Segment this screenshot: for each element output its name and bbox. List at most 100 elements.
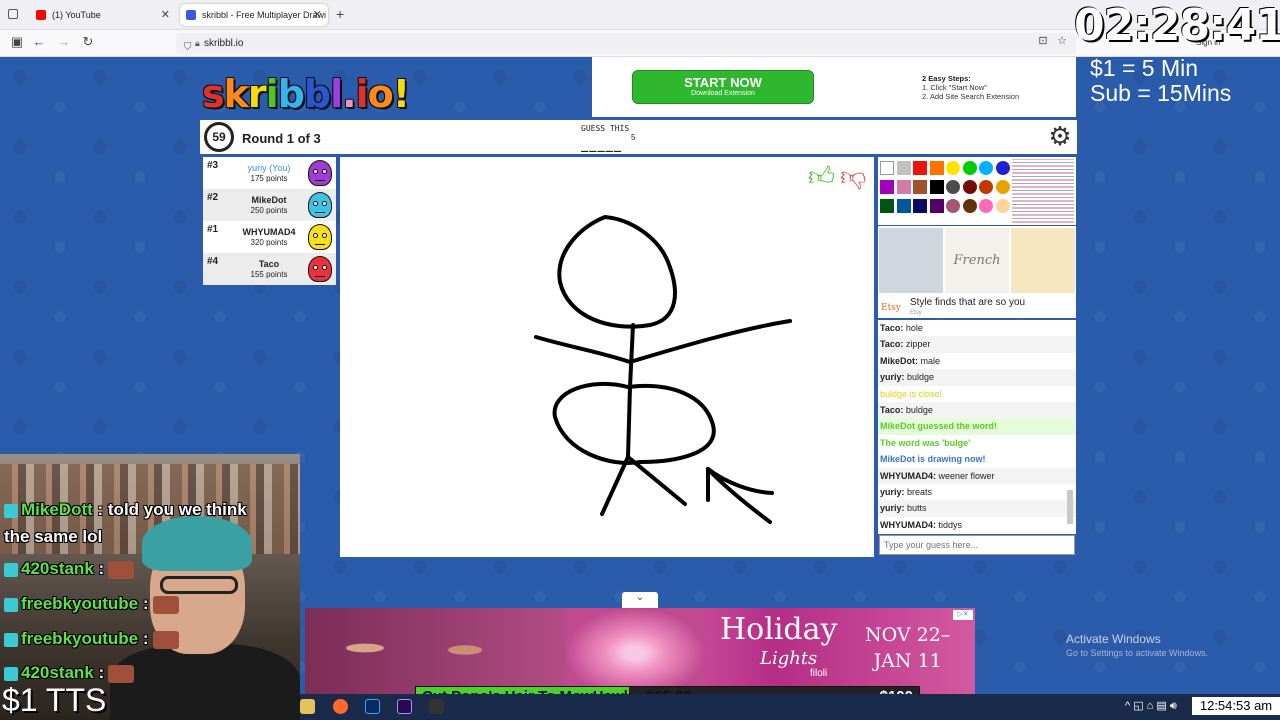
guess-input[interactable] [879, 535, 1075, 555]
close-tab-icon[interactable]: ✕ [313, 4, 322, 26]
logo-letter: b [303, 72, 331, 116]
tab-list-icon[interactable] [8, 9, 18, 19]
avatar-mouth [315, 274, 325, 277]
app-icon[interactable] [429, 699, 444, 714]
chat-username: yuriy [880, 486, 902, 497]
collapse-ad-icon[interactable]: ⌄ [622, 592, 658, 608]
color-swatch[interactable] [880, 161, 894, 175]
skribbl-favicon-icon [186, 10, 196, 20]
photoshop-icon[interactable] [365, 699, 380, 714]
color-swatch[interactable] [995, 180, 1010, 194]
color-swatch[interactable] [913, 161, 927, 175]
ad-product-image[interactable] [879, 228, 943, 293]
color-swatch[interactable] [929, 180, 944, 194]
color-swatch[interactable] [929, 199, 944, 213]
chat-username: WHYUMAD4 [880, 519, 933, 530]
bottom-advertisement[interactable]: Holiday Lights filoli NOV 22– JAN 11 [305, 608, 975, 694]
brush-size-pattern[interactable] [1012, 159, 1074, 223]
tray-icons[interactable]: ^ ◱ ⌂ ▤ 🔊︎ [1125, 699, 1177, 713]
close-tab-icon[interactable]: ✕ [161, 4, 170, 26]
player-row[interactable]: #3 yuriy (You) 175 points [203, 157, 336, 189]
url-bar[interactable]: ⛉ 🔒︎ skribbl.io [176, 33, 1076, 54]
stream-chat-line: the same lol [4, 527, 102, 547]
chat-message: yuriy: buldge [878, 369, 1076, 386]
settings-gear-icon[interactable]: ⚙ [1046, 123, 1074, 151]
color-swatch[interactable] [979, 180, 993, 194]
file-explorer-icon[interactable] [300, 699, 315, 714]
logo-letter: r [247, 72, 267, 116]
player-row[interactable]: #1 WHYUMAD4 320 points [203, 221, 336, 253]
back-icon[interactable]: ← [30, 34, 48, 49]
premiere-icon[interactable] [397, 699, 412, 714]
logo-letter: i [265, 72, 279, 116]
chat-text: butts [907, 503, 927, 514]
chat-message: Taco: zipper [878, 336, 1076, 353]
youtube-favicon-icon [36, 10, 46, 20]
color-swatch[interactable] [929, 161, 944, 175]
lock-icon[interactable]: 🔒︎ [195, 33, 200, 54]
color-swatch[interactable] [995, 199, 1010, 213]
color-swatch[interactable] [896, 161, 911, 175]
start-now-button[interactable]: START NOW Download Extension [632, 70, 814, 104]
new-tab-icon[interactable]: + [336, 6, 344, 22]
color-swatch[interactable] [946, 180, 960, 194]
reload-icon[interactable]: ↻ [79, 34, 97, 50]
chat-username: WHYUMAD4 [880, 470, 933, 481]
streamer-glasses [160, 576, 238, 594]
color-swatch[interactable] [896, 199, 911, 213]
ad-source: Etsy [910, 310, 922, 316]
color-swatch[interactable] [995, 161, 1010, 175]
player-avatar [308, 160, 332, 186]
color-swatch[interactable] [896, 180, 911, 194]
tab-skribbl[interactable]: skribbl - Free Multiplayer Drawi ✕ [180, 4, 328, 26]
chat-username: yuriy [880, 372, 902, 383]
color-swatch[interactable] [913, 180, 927, 194]
chat-scrollbar[interactable] [1066, 322, 1074, 532]
color-swatch[interactable] [946, 199, 960, 213]
ad-choices-icon[interactable]: ▷✕ [953, 610, 973, 620]
sidebar-icon[interactable]: ▣ [8, 34, 26, 50]
firefox-icon[interactable] [333, 699, 348, 714]
color-swatch[interactable] [962, 180, 977, 194]
player-row[interactable]: #4 Taco 155 points [203, 253, 336, 285]
thumbs-down-icon[interactable]: 👎︎ [840, 161, 866, 192]
ad-date-start: NOV 22– [865, 624, 951, 646]
side-advertisement[interactable]: French Etsy Style finds that are so you … [878, 226, 1076, 318]
scrollbar-thumb[interactable] [1067, 490, 1073, 524]
ad-tagline: Style finds that are so you [910, 297, 1026, 308]
color-swatch[interactable] [946, 161, 960, 175]
ad-product-image[interactable]: French [945, 228, 1009, 293]
drawing-strokes [534, 215, 792, 524]
chat-badge-icon [4, 562, 18, 577]
ad-step-2: 2. Add Site Search Extension [922, 92, 1020, 101]
chat-message: yuriy: butts [878, 500, 1076, 517]
start-now-sub: Download Extension [691, 90, 755, 97]
drawing-canvas[interactable] [340, 157, 874, 557]
color-swatch[interactable] [880, 180, 894, 194]
bookmark-star-icon[interactable]: ☆ [1053, 34, 1071, 47]
forward-icon[interactable]: → [55, 34, 73, 49]
color-swatch[interactable] [962, 199, 977, 213]
top-advertisement[interactable]: START NOW Download Extension 2 Easy Step… [592, 57, 1076, 117]
stream-chat-text: : [142, 594, 149, 613]
avatar-eye [313, 233, 318, 238]
tab-youtube[interactable]: (1) YouTube ✕ [30, 4, 176, 26]
streamer-body [110, 644, 300, 720]
avatar-mouth [315, 178, 325, 181]
color-swatch[interactable] [979, 161, 993, 175]
ad-step-1: 1. Click "Start Now" [922, 83, 987, 92]
avatar-mouth [315, 242, 325, 245]
stream-chat-user: freebkyoutube [21, 629, 139, 648]
avatar-eye [313, 201, 318, 206]
color-swatch[interactable] [913, 199, 927, 213]
color-swatch[interactable] [979, 199, 993, 213]
color-swatch[interactable] [880, 199, 894, 213]
player-rank: #4 [207, 256, 219, 267]
ad-product-image[interactable] [1011, 228, 1075, 293]
logo-letter: . [342, 72, 356, 116]
player-row[interactable]: #2 MikeDot 250 points [203, 189, 336, 221]
pocket-icon[interactable]: ⊡ [1034, 34, 1052, 47]
color-swatch[interactable] [962, 161, 977, 175]
thumbs-up-icon[interactable]: 👍︎ [808, 161, 835, 192]
shield-icon[interactable]: ⛉ [184, 37, 192, 58]
